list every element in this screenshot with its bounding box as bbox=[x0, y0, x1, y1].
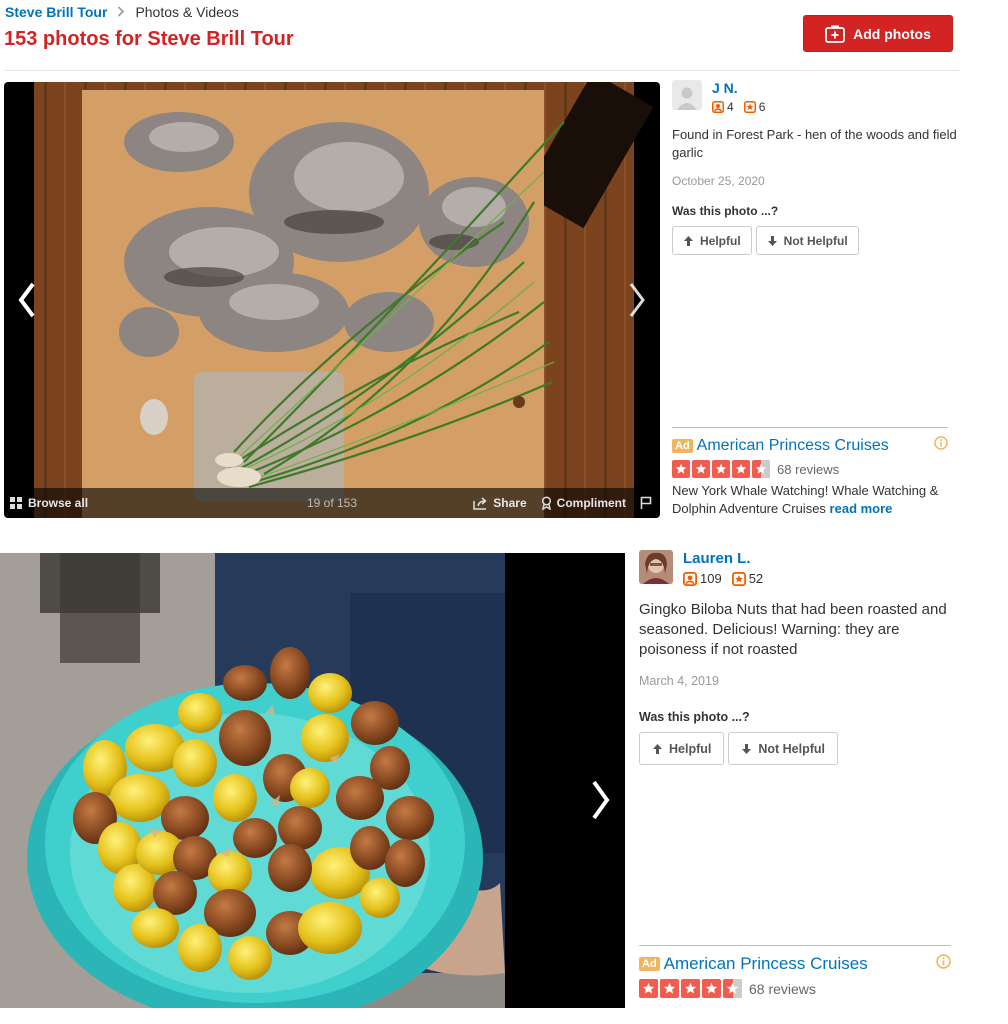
arrow-down-icon bbox=[742, 743, 752, 754]
share-icon bbox=[473, 496, 487, 510]
ad-business-link[interactable]: American Princess Cruises bbox=[664, 954, 868, 974]
friends-count: 109 bbox=[683, 571, 722, 586]
not-helpful-label: Not Helpful bbox=[758, 741, 826, 756]
user-photo-avatar bbox=[639, 550, 673, 584]
photo-ginkgo-nuts bbox=[0, 553, 625, 1008]
flag-icon bbox=[640, 496, 652, 509]
share-button[interactable]: Share bbox=[473, 496, 527, 510]
compliment-button[interactable]: Compliment bbox=[541, 496, 626, 510]
review-star-icon bbox=[743, 101, 756, 113]
photo-info-2: Lauren L. 109 52 Gingko Biloba Nuts that… bbox=[639, 550, 959, 765]
reviews-count: 6 bbox=[743, 100, 766, 114]
not-helpful-button[interactable]: Not Helpful bbox=[728, 732, 839, 765]
ad-description-text: New York Whale Watching! Whale Watching … bbox=[672, 483, 939, 516]
share-label: Share bbox=[493, 496, 527, 510]
user-avatar[interactable] bbox=[672, 80, 702, 110]
add-photo-icon bbox=[825, 25, 846, 43]
browse-all-label: Browse all bbox=[28, 496, 89, 510]
photo-action-bar: Browse all 19 of 153 Share Compliment bbox=[4, 488, 660, 518]
star-icon bbox=[681, 979, 700, 998]
star-icon bbox=[692, 460, 710, 478]
ad-review-count: 68 reviews bbox=[749, 980, 816, 997]
chevron-right-icon bbox=[117, 5, 125, 20]
was-helpful-prompt: Was this photo ...? bbox=[672, 204, 779, 218]
user-name[interactable]: J N. bbox=[712, 80, 765, 96]
star-icon bbox=[672, 460, 690, 478]
chevron-left-icon bbox=[18, 282, 35, 318]
helpful-label: Helpful bbox=[700, 233, 741, 248]
star-rating bbox=[639, 979, 742, 998]
photo-viewer-1: Browse all 19 of 153 Share Compliment bbox=[4, 82, 660, 518]
star-icon bbox=[712, 460, 730, 478]
header-divider bbox=[4, 70, 959, 71]
not-helpful-button[interactable]: Not Helpful bbox=[755, 226, 859, 255]
breadcrumb: Steve Brill Tour Photos & Videos bbox=[5, 4, 239, 20]
ad-badge: Ad bbox=[672, 438, 693, 453]
info-icon[interactable] bbox=[936, 954, 951, 974]
compliment-label: Compliment bbox=[556, 496, 626, 510]
star-icon bbox=[660, 979, 679, 998]
helpful-button[interactable]: Helpful bbox=[639, 732, 725, 765]
next-photo-button[interactable] bbox=[585, 775, 615, 825]
half-star-icon bbox=[752, 460, 770, 478]
half-star-icon bbox=[723, 979, 742, 998]
grid-icon bbox=[10, 497, 22, 509]
reviews-count-value: 6 bbox=[758, 100, 766, 114]
sponsored-ad-1: Ad American Princess Cruises 68 reviews … bbox=[672, 427, 948, 518]
star-rating bbox=[672, 460, 770, 478]
star-icon bbox=[732, 460, 750, 478]
was-helpful-prompt: Was this photo ...? bbox=[639, 710, 750, 724]
friends-count-value: 109 bbox=[700, 571, 722, 586]
next-photo-button[interactable] bbox=[622, 275, 652, 325]
photo-date: March 4, 2019 bbox=[639, 674, 719, 688]
compliment-icon bbox=[541, 496, 551, 510]
reviews-count-value: 52 bbox=[748, 571, 764, 586]
friends-icon bbox=[683, 571, 697, 586]
ad-review-count: 68 reviews bbox=[777, 461, 840, 477]
ad-badge: Ad bbox=[639, 957, 660, 971]
helpful-label: Helpful bbox=[669, 741, 712, 756]
add-photos-label: Add photos bbox=[853, 25, 931, 42]
add-photos-button[interactable]: Add photos bbox=[803, 15, 953, 52]
breadcrumb-business-link[interactable]: Steve Brill Tour bbox=[5, 4, 107, 20]
photo-mushrooms-garlic bbox=[34, 82, 654, 518]
ad-business-link[interactable]: American Princess Cruises bbox=[697, 437, 889, 455]
friends-icon bbox=[712, 101, 724, 113]
friends-count: 4 bbox=[712, 100, 734, 114]
chevron-right-icon bbox=[592, 780, 610, 820]
default-avatar-icon bbox=[677, 87, 697, 110]
page-title: 153 photos for Steve Brill Tour bbox=[4, 28, 294, 50]
star-icon bbox=[702, 979, 721, 998]
friends-count-value: 4 bbox=[727, 100, 734, 114]
read-more-link[interactable]: read more bbox=[830, 501, 893, 516]
info-icon[interactable] bbox=[934, 436, 948, 455]
sponsored-ad-2: Ad American Princess Cruises 68 reviews bbox=[639, 945, 951, 998]
photo-info-1: J N. 4 6 Found in Forest Park - hen of t… bbox=[672, 80, 962, 255]
user-name[interactable]: Lauren L. bbox=[683, 550, 763, 567]
star-icon bbox=[639, 979, 658, 998]
review-star-icon bbox=[731, 571, 746, 586]
helpful-button[interactable]: Helpful bbox=[672, 226, 752, 255]
photo-date: October 25, 2020 bbox=[672, 174, 765, 188]
reviews-count: 52 bbox=[731, 571, 764, 586]
prev-photo-button[interactable] bbox=[12, 275, 42, 325]
breadcrumb-current: Photos & Videos bbox=[135, 4, 239, 20]
report-flag-button[interactable] bbox=[640, 496, 652, 510]
not-helpful-label: Not Helpful bbox=[783, 233, 848, 248]
arrow-up-icon bbox=[653, 743, 662, 754]
arrow-down-icon bbox=[767, 235, 777, 246]
browse-all-button[interactable]: Browse all bbox=[10, 496, 88, 510]
arrow-up-icon bbox=[684, 235, 693, 246]
photo-viewer-2 bbox=[0, 553, 625, 1008]
photo-caption: Gingko Biloba Nuts that had been roasted… bbox=[639, 601, 947, 658]
user-avatar[interactable] bbox=[639, 550, 673, 584]
photo-caption: Found in Forest Park - hen of the woods … bbox=[672, 127, 957, 160]
ad-description: New York Whale Watching! Whale Watching … bbox=[672, 482, 948, 518]
chevron-right-icon bbox=[629, 283, 645, 317]
